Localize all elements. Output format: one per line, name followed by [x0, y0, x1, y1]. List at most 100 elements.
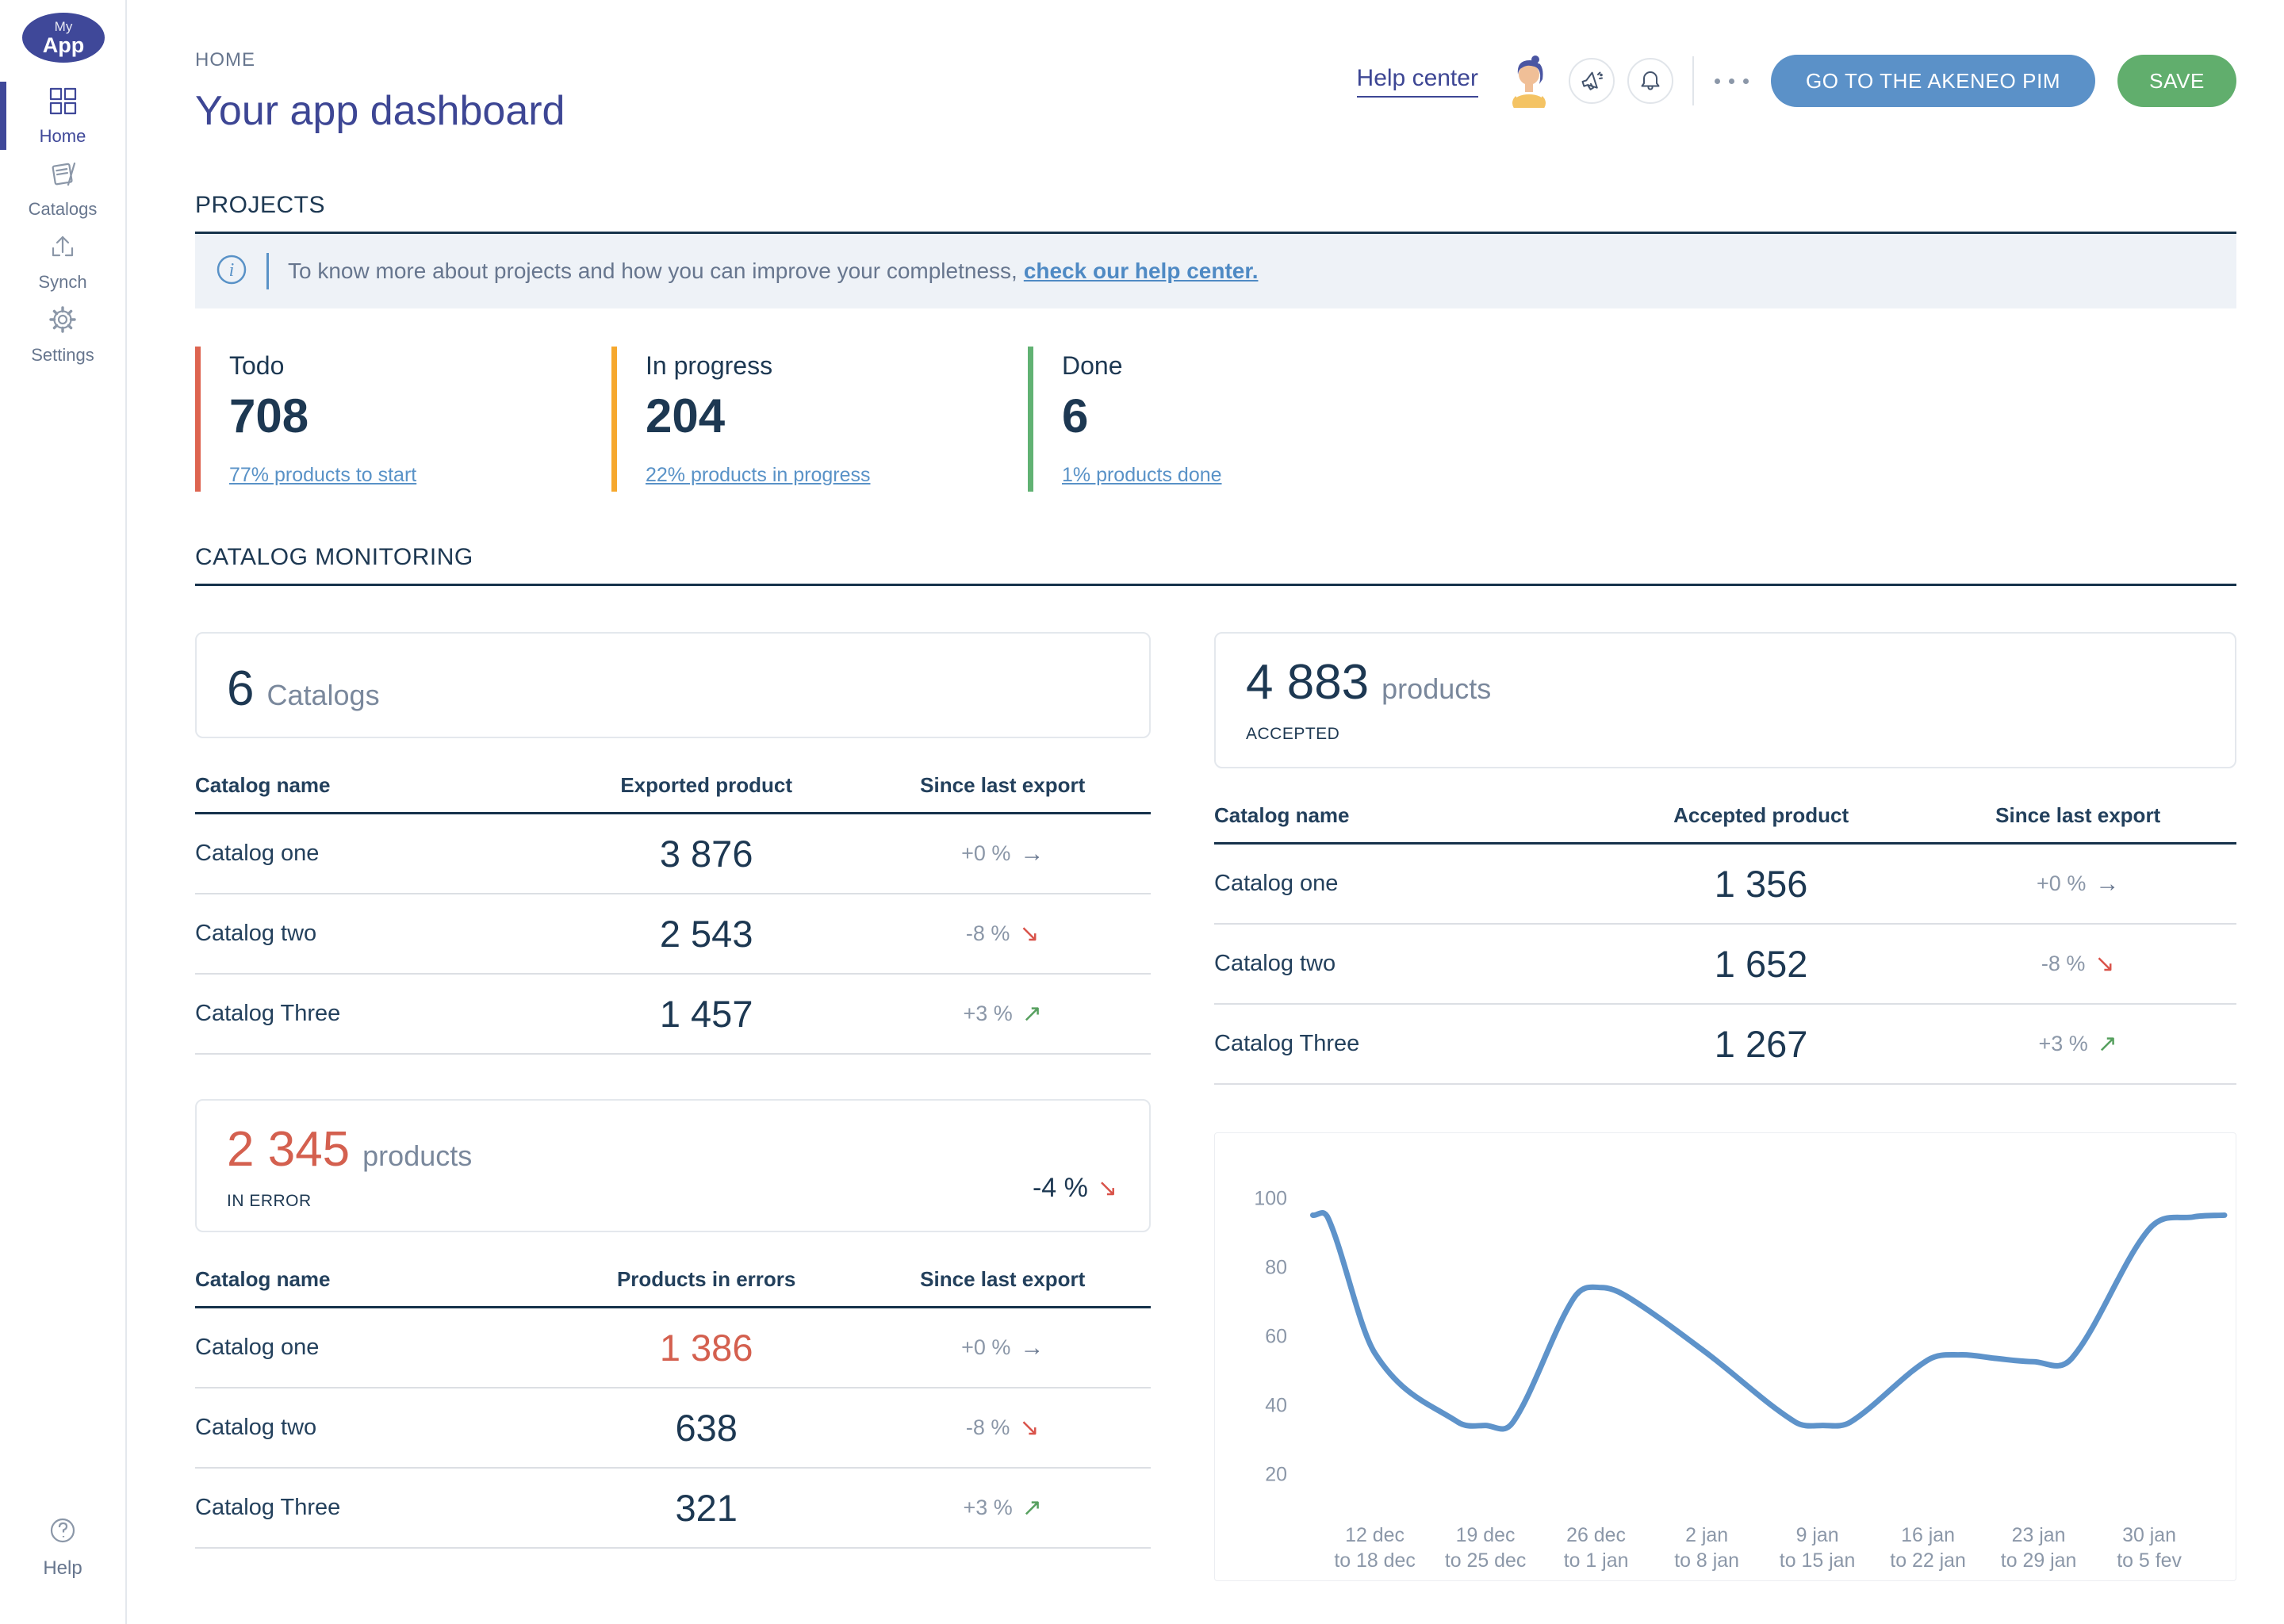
since-last-export-cell: -8 % ↘	[1919, 952, 2236, 976]
grid-icon	[47, 85, 79, 121]
sidebar-nav: Home Catalogs Synch Settings	[0, 79, 125, 371]
question-icon	[46, 1514, 79, 1551]
banner-divider	[266, 253, 269, 289]
gear-icon	[47, 304, 79, 339]
trend-up-icon: ↗	[1022, 1496, 1042, 1520]
column-header: Since last export	[854, 773, 1151, 798]
accepted-products-card: 4 883 products ACCEPTED	[1214, 632, 2236, 768]
avatar[interactable]	[1505, 54, 1553, 108]
stat-link[interactable]: 1% products done	[1062, 464, 1222, 487]
stat-label: Todo	[229, 351, 611, 381]
x-axis-label: to 18 dec	[1334, 1549, 1415, 1572]
x-axis-label: 12 dec	[1345, 1524, 1405, 1546]
delta-percent: -8 %	[2041, 952, 2086, 976]
stat-label: Done	[1062, 351, 1444, 381]
x-axis-label: 26 dec	[1566, 1524, 1626, 1546]
banner-text: To know more about projects and how you …	[288, 259, 1258, 284]
table-header-row: Catalog nameExported productSince last e…	[195, 773, 1151, 798]
page-heading-block: HOME Your app dashboard	[195, 49, 565, 135]
since-last-export-cell: +3 %↗	[1919, 1032, 2236, 1056]
accepted-count-label: products	[1382, 672, 1491, 706]
projects-heading: PROJECTS	[195, 192, 2236, 219]
column-header: Catalog name	[1214, 803, 1603, 828]
column-header: Products in errors	[558, 1267, 855, 1292]
delta-percent: -8 %	[966, 921, 1010, 946]
x-axis-label: to 22 jan	[1890, 1549, 1966, 1572]
stat-label: In progress	[646, 351, 1028, 381]
sidebar-item-label: Catalogs	[29, 199, 98, 220]
product-count: 638	[558, 1406, 855, 1450]
catalog-name: Catalog Three	[1214, 1031, 1603, 1057]
more-options-icon[interactable]	[1715, 79, 1749, 84]
announcements-button[interactable]	[1569, 58, 1615, 104]
table-row: Catalog Three1 267+3 %↗	[1214, 1005, 2236, 1085]
stat-in-progress: In progress 204 22% products in progress	[611, 347, 1028, 492]
sidebar-item-catalogs[interactable]: Catalogs	[0, 152, 125, 225]
column-header: Catalog name	[195, 773, 558, 798]
catalog-name: Catalog two	[195, 1415, 558, 1441]
sidebar-item-help[interactable]: Help	[0, 1514, 125, 1580]
section-rule	[195, 584, 2236, 586]
help-center-link[interactable]: Help center	[1357, 65, 1478, 98]
trend-flat-icon: →	[2095, 872, 2119, 896]
accepted-count: 4 883	[1246, 654, 1369, 710]
projects-section: PROJECTS i To know more about projects a…	[195, 192, 2236, 492]
catalog-name: Catalog two	[195, 921, 558, 947]
table-row: Catalog two2 543-8 %↘	[195, 894, 1151, 975]
column-header: Since last export	[854, 1267, 1151, 1292]
since-last-export-cell: +3 % ↗	[854, 1002, 1151, 1026]
catalog-name: Catalog two	[1214, 951, 1603, 977]
since-last-export-cell: +0 %→	[854, 841, 1151, 866]
page-title: Your app dashboard	[195, 87, 565, 135]
trend-down-icon: ↘	[1019, 922, 1039, 946]
notifications-button[interactable]	[1627, 58, 1673, 104]
column-header: Catalog name	[195, 1267, 558, 1292]
monitoring-right-column: 4 883 products ACCEPTED Catalog nameAcce…	[1214, 632, 2236, 1581]
product-count: 1 652	[1603, 942, 1920, 986]
accepted-card-sublabel: ACCEPTED	[1246, 725, 2205, 744]
go-to-pim-button[interactable]: GO TO THE AKENEO PIM	[1771, 55, 2095, 107]
trend-up-icon: ↗	[1022, 1002, 1042, 1026]
sidebar-item-synch[interactable]: Synch	[0, 225, 125, 298]
bell-icon	[1638, 69, 1662, 93]
sidebar-item-home[interactable]: Home	[0, 79, 125, 152]
product-count: 3 876	[558, 832, 855, 875]
sidebar-item-label: Home	[40, 126, 86, 147]
trend-down-icon: ↘	[1019, 1416, 1039, 1440]
help-center-banner-link[interactable]: check our help center.	[1024, 259, 1259, 283]
y-axis-tick: 80	[1265, 1257, 1287, 1279]
y-axis-tick: 60	[1265, 1326, 1287, 1348]
save-button[interactable]: SAVE	[2117, 55, 2236, 107]
since-last-export-cell: +3 %↗	[854, 1496, 1151, 1520]
sidebar-item-settings[interactable]: Settings	[0, 298, 125, 371]
product-count: 1 457	[558, 992, 855, 1036]
catalog-name: Catalog one	[195, 1335, 558, 1361]
accepted-products-table: Catalog nameAccepted productSince last e…	[1214, 803, 2236, 1085]
chart-line	[1313, 1212, 2225, 1429]
delta-percent: +3 %	[963, 1002, 1012, 1026]
stat-value: 204	[646, 389, 1028, 443]
catalogs-count: 6	[227, 661, 254, 717]
x-axis-label: 30 jan	[2122, 1524, 2176, 1546]
product-count: 1 356	[1603, 862, 1920, 906]
x-axis-label: 19 dec	[1456, 1524, 1516, 1546]
trend-flat-icon: →	[1020, 842, 1044, 866]
delta-percent: -8 %	[966, 1415, 1010, 1440]
accepted-card-row: 4 883 products	[1246, 654, 2205, 710]
table-row: Catalog one3 876+0 %→	[195, 814, 1151, 894]
column-header: Since last export	[1919, 803, 2236, 828]
stat-todo: Todo 708 77% products to start	[195, 347, 611, 492]
trend-down-icon: ↘	[2094, 952, 2114, 976]
errors-table: Catalog nameProducts in errorsSince last…	[195, 1267, 1151, 1549]
stat-link[interactable]: 22% products in progress	[646, 464, 870, 487]
topbar: HOME Your app dashboard Help center	[195, 49, 2236, 135]
monitoring-left-column: 6 Catalogs Catalog nameExported productS…	[195, 632, 1151, 1581]
x-axis-label: to 1 jan	[1564, 1549, 1629, 1572]
upload-icon	[47, 231, 79, 266]
stat-link[interactable]: 77% products to start	[229, 464, 416, 487]
breadcrumb[interactable]: HOME	[195, 49, 565, 71]
logo-text-bottom: App	[43, 35, 84, 56]
error-count: 2 345	[227, 1121, 350, 1178]
info-icon: i	[216, 254, 247, 289]
x-axis-label: to 25 dec	[1445, 1549, 1526, 1572]
